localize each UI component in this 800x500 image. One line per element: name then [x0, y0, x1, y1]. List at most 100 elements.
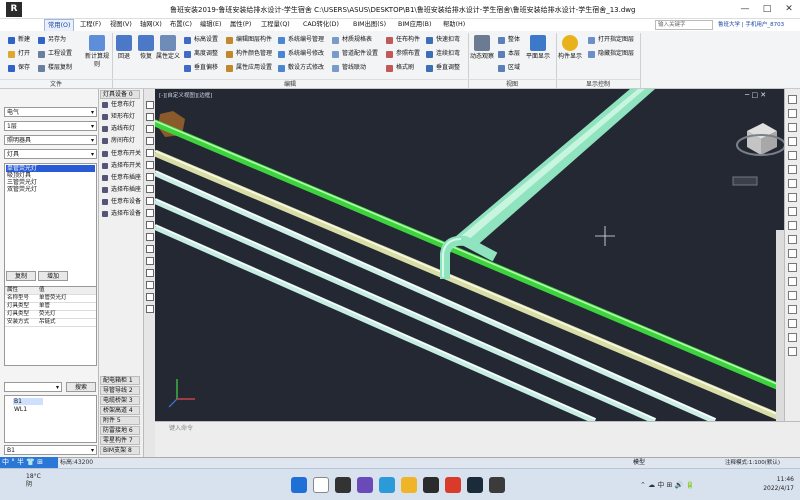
explorer-icon[interactable]: [401, 477, 417, 493]
tab-cad-convert[interactable]: CAD转化(D): [300, 19, 342, 31]
user-login[interactable]: 鲁班大学 | 手机用户_8703: [718, 20, 784, 30]
zoom-extents-icon[interactable]: [788, 137, 797, 146]
component-display-button[interactable]: 构件显示: [558, 35, 582, 61]
cmd-select-device[interactable]: 选择布设备: [102, 209, 141, 218]
section[interactable]: 桥架高道 4: [100, 406, 140, 415]
tab-axis[interactable]: 轴网(X): [137, 19, 165, 31]
save-button[interactable]: 保存: [8, 63, 30, 73]
tree-node[interactable]: WL1: [13, 406, 43, 413]
settings-icon[interactable]: [788, 249, 797, 258]
section[interactable]: BIM支架 8: [100, 446, 140, 455]
weather-widget[interactable]: 18°C 阴: [26, 473, 41, 489]
system-number-modify[interactable]: 系统编号修改: [278, 49, 324, 59]
report-icon[interactable]: [788, 235, 797, 244]
height-adjust[interactable]: 离度调整: [184, 49, 218, 59]
dynamic-observe-button[interactable]: 动态观察: [470, 35, 494, 61]
viewport-controls[interactable]: ─ □ ✕: [745, 91, 766, 99]
section[interactable]: 零星构件 7: [100, 436, 140, 445]
component-color[interactable]: 构件颜色管理: [226, 49, 272, 59]
offset-tool-icon[interactable]: [146, 209, 154, 217]
arc-tool-icon[interactable]: [146, 125, 154, 133]
section[interactable]: 导管导线 2: [100, 386, 140, 395]
hatch-tool-icon[interactable]: [146, 257, 154, 265]
close-button[interactable]: ✕: [782, 3, 796, 15]
cmd-any-socket[interactable]: 任意布插座: [102, 173, 141, 182]
command-input[interactable]: 键入命令: [169, 424, 569, 433]
list-item[interactable]: 三管荧光灯: [6, 179, 95, 186]
prop-value[interactable]: 单管荧光灯: [39, 295, 67, 303]
maximize-button[interactable]: □: [760, 3, 774, 15]
new-calc-rule-button[interactable]: 新计算规则: [85, 35, 109, 69]
info-icon[interactable]: [788, 305, 797, 314]
any-layout-component[interactable]: 任布构件: [386, 35, 420, 45]
tab-bim-apply[interactable]: BIM应用(B): [395, 19, 434, 31]
save-as-button[interactable]: 另存为: [38, 35, 66, 45]
extend-tool-icon[interactable]: [146, 233, 154, 241]
list-item[interactable]: 单管荧光灯: [6, 165, 95, 172]
pdf-app-icon[interactable]: [445, 477, 461, 493]
floor-bottom-select[interactable]: B1: [4, 445, 97, 455]
section[interactable]: 电缆桥架 3: [100, 396, 140, 405]
floor-copy-button[interactable]: 楼层复制: [38, 63, 72, 73]
cmd-any-switch[interactable]: 任意布开关: [102, 149, 141, 158]
view-region[interactable]: 区域: [498, 63, 520, 73]
cmd-select-switch[interactable]: 选择布开关: [102, 161, 141, 170]
search-combo[interactable]: [4, 382, 62, 392]
pipe-fitting-settings[interactable]: 管道配件设置: [332, 49, 378, 59]
filter-icon[interactable]: [788, 193, 797, 202]
format-brush[interactable]: 格式刷: [386, 63, 414, 73]
zoom-icon[interactable]: [788, 95, 797, 104]
quick-bend[interactable]: 快速扣弯: [426, 35, 460, 45]
search-icon[interactable]: [313, 477, 329, 493]
category-select[interactable]: 照明器具: [4, 135, 97, 145]
floor-select[interactable]: 1层: [4, 121, 97, 131]
cmd-line-lamp[interactable]: 选线布灯: [102, 124, 135, 133]
tab-edit[interactable]: 编辑(E): [197, 19, 225, 31]
elevation-settings[interactable]: 标高设置: [184, 35, 218, 45]
erase-tool-icon[interactable]: [146, 281, 154, 289]
search-button[interactable]: 搜索: [66, 382, 96, 392]
vertical-offset[interactable]: 垂直偏移: [184, 63, 218, 73]
system-number-manage[interactable]: 系统编号管理: [278, 35, 324, 45]
table-row[interactable]: 名称型号 单管荧光灯: [5, 295, 96, 303]
orbit-icon[interactable]: [788, 123, 797, 132]
view-this-floor[interactable]: 本层: [498, 49, 520, 59]
clock[interactable]: 11:46 2022/4/17: [758, 475, 794, 493]
mirror-tool-icon[interactable]: [146, 197, 154, 205]
discipline-select[interactable]: 电气: [4, 107, 97, 117]
check-icon[interactable]: [788, 207, 797, 216]
chat-icon[interactable]: [357, 477, 373, 493]
cmd-select-socket[interactable]: 选择布插座: [102, 185, 141, 194]
pipe-linkage[interactable]: 管线联动: [332, 63, 366, 73]
undo-button[interactable]: 回退: [112, 35, 136, 61]
edge-icon[interactable]: [379, 477, 395, 493]
measure-icon[interactable]: [788, 179, 797, 188]
edit-layer-component[interactable]: 编辑图层构件: [226, 35, 272, 45]
windows-start-icon[interactable]: [291, 477, 307, 493]
tab-help[interactable]: 帮助(H): [440, 19, 468, 31]
tab-view[interactable]: 视图(V): [107, 19, 135, 31]
rotate-tool-icon[interactable]: [146, 185, 154, 193]
model-tab[interactable]: 模型: [633, 458, 645, 468]
list-icon[interactable]: [788, 319, 797, 328]
continuous-bend[interactable]: 连续扣弯: [426, 49, 460, 59]
table-row[interactable]: 安装方式 吊链式: [5, 319, 96, 327]
laying-method-modify[interactable]: 敷设方式修改: [278, 63, 324, 73]
ime-indicator[interactable]: 中 ° 半 👕 ⊞: [0, 457, 58, 468]
vertical-adjust[interactable]: 垂直调整: [426, 63, 460, 73]
polyline-tool-icon[interactable]: [146, 113, 154, 121]
cmd-room-lamp[interactable]: 房间布灯: [102, 136, 135, 145]
luban-app-icon[interactable]: [423, 477, 439, 493]
layer-tool-icon[interactable]: [146, 293, 154, 301]
tab-layout[interactable]: 布置(C): [167, 19, 195, 31]
grid-icon[interactable]: [788, 347, 797, 356]
circle-tool-icon[interactable]: [146, 137, 154, 145]
type-select[interactable]: 灯具: [4, 149, 97, 159]
viewport-label[interactable]: [-][自定义视图][边框]: [159, 91, 212, 99]
print-icon[interactable]: [788, 277, 797, 286]
line-tool-icon[interactable]: [146, 101, 154, 109]
search-input[interactable]: 输入关键字: [655, 20, 713, 30]
section-icon[interactable]: [788, 151, 797, 160]
layer-icon[interactable]: [788, 165, 797, 174]
open-layer-button[interactable]: 打开指定图层: [588, 35, 634, 45]
